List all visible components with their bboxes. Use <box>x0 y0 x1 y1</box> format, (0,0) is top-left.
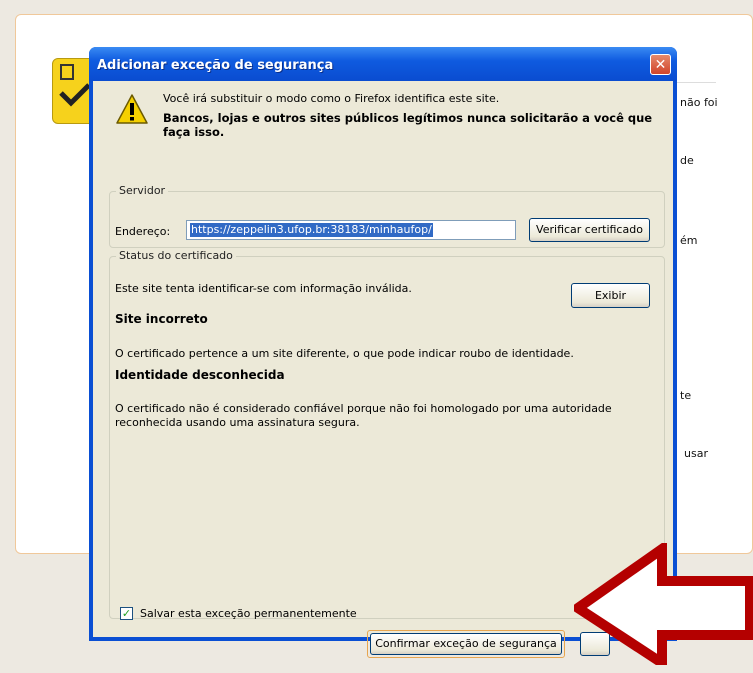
background-text-fragment: te <box>680 389 692 402</box>
warning-message: Você irá substituir o modo como o Firefo… <box>163 92 500 105</box>
certificate-status-label: Status do certificado <box>116 249 236 262</box>
server-group-label: Servidor <box>116 184 169 197</box>
permanent-exception-label[interactable]: Salvar esta exceção permanentemente <box>140 607 357 620</box>
close-button[interactable]: ✕ <box>650 54 671 75</box>
warning-icon <box>116 94 148 124</box>
confirm-security-exception-button[interactable]: Confirmar exceção de segurança <box>370 633 562 655</box>
background-text-fragment: de <box>680 154 694 167</box>
address-label: Endereço: <box>115 225 171 238</box>
background-text-fragment: não foi <box>680 96 718 109</box>
dialog-titlebar[interactable]: Adicionar exceção de segurança ✕ <box>89 47 677 81</box>
background-divider <box>676 82 716 83</box>
address-field[interactable]: https://zeppelin3.ufop.br:38183/minhaufo… <box>186 220 516 240</box>
unknown-identity-heading: Identidade desconhecida <box>115 368 285 382</box>
wrong-site-heading: Site incorreto <box>115 312 208 326</box>
view-certificate-button[interactable]: Exibir <box>571 283 650 308</box>
background-text-fragment: usar <box>684 447 708 460</box>
warning-bold-message: Bancos, lojas e outros sites públicos le… <box>163 111 653 139</box>
unknown-identity-text: O certificado não é considerado confiáve… <box>115 402 612 429</box>
red-arrow-annotation <box>574 543 753 665</box>
background-text-fragment: ém <box>680 234 698 247</box>
dialog-title: Adicionar exceção de segurança <box>97 58 334 73</box>
wrong-site-text: O certificado pertence a um site diferen… <box>115 347 574 360</box>
close-icon: ✕ <box>654 57 667 73</box>
verify-certificate-button[interactable]: Verificar certificado <box>529 218 650 242</box>
status-summary: Este site tenta identificar-se com infor… <box>115 282 412 295</box>
permanent-exception-checkbox[interactable]: ✓ <box>120 607 133 620</box>
address-value: https://zeppelin3.ufop.br:38183/minhaufo… <box>190 223 433 237</box>
